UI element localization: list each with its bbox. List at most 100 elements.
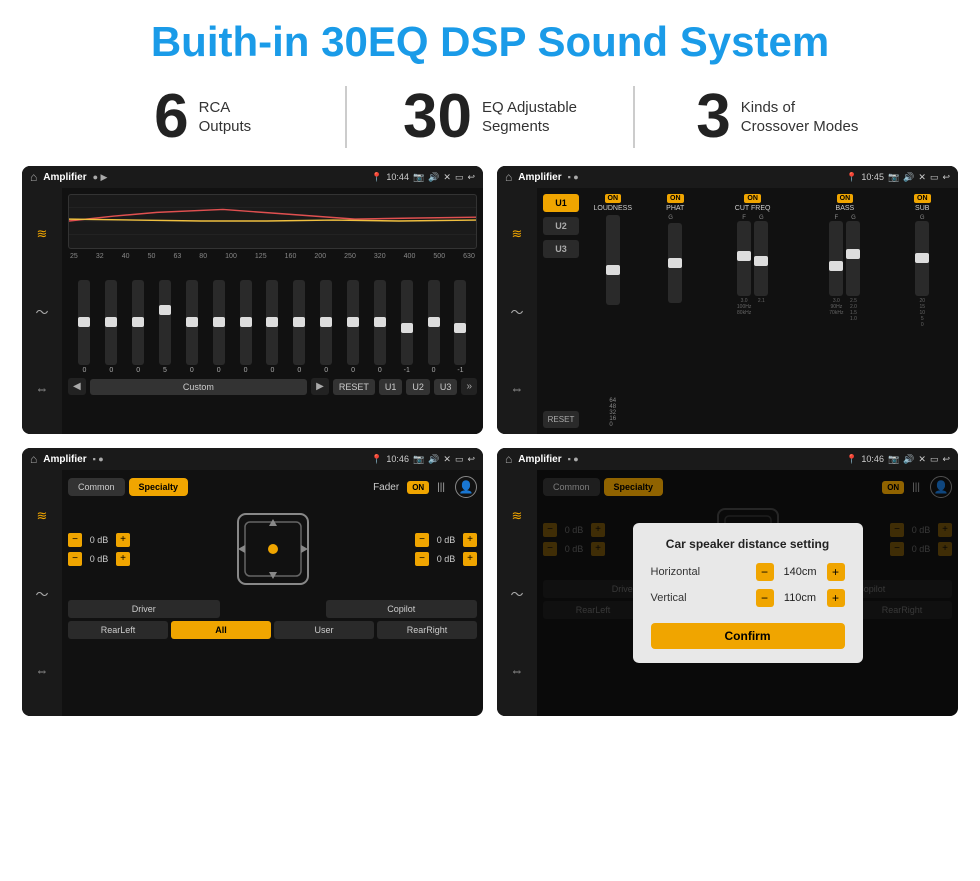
x-icon-4: ✕ — [918, 454, 926, 465]
mixer-u2-button[interactable]: U2 — [543, 217, 579, 235]
eq-u1-button[interactable]: U1 — [379, 379, 403, 395]
left-bottom-minus[interactable]: − — [68, 552, 82, 566]
screen-distance: ⌂ Amplifier ▪ ● 📍 10:46 📷 🔊 ✕ ▭ ↩ ≋ 〜 ⇔ — [497, 448, 958, 716]
eq-slider-1: 0 — [72, 280, 97, 374]
screen3-dots: ▪ ● — [93, 454, 104, 464]
screen2-content: ≋ 〜 ⇔ U1 U2 U3 RESET ON LOUD — [497, 188, 958, 434]
phat-on-badge: ON — [667, 194, 684, 203]
eq-sidebar-icon[interactable]: ≋ — [37, 226, 48, 242]
back-icon-2: ↩ — [942, 172, 950, 183]
eq-prev-button[interactable]: ◀ — [68, 378, 86, 395]
horizontal-plus-button[interactable]: + — [827, 563, 845, 581]
vertical-value: 110cm — [778, 592, 823, 604]
channel-sub: ON SUB G 20 15 10 5 0 — [893, 194, 953, 428]
home-icon-2[interactable]: ⌂ — [505, 170, 512, 184]
left-top-minus[interactable]: − — [68, 533, 82, 547]
screen4-sidebar: ≋ 〜 ⇔ — [497, 470, 537, 716]
wave-sidebar-icon[interactable]: 〜 — [35, 302, 48, 321]
right-bottom-plus[interactable]: + — [463, 552, 477, 566]
right-bottom-minus[interactable]: − — [415, 552, 429, 566]
screen-eq: ⌂ Amplifier ● ▶ 📍 10:44 📷 🔊 ✕ ▭ ↩ ≋ 〜 ⇔ — [22, 166, 483, 434]
mixer-u1-button[interactable]: U1 — [543, 194, 579, 212]
left-bottom-plus[interactable]: + — [116, 552, 130, 566]
home-icon-3[interactable]: ⌂ — [30, 452, 37, 466]
right-db-controls: − 0 dB + − 0 dB + — [415, 533, 477, 566]
eq-preset-label[interactable]: Custom — [90, 379, 307, 395]
back-icon-4: ↩ — [942, 454, 950, 465]
arrows-sidebar-icon[interactable]: ⇔ — [36, 381, 49, 396]
specialty-tab[interactable]: Specialty — [129, 478, 189, 496]
mixer-channels: ON LOUDNESS 644832160 ON PHAT G — [583, 194, 952, 428]
wave-sidebar-icon-4[interactable]: 〜 — [510, 584, 523, 603]
common-tab[interactable]: Common — [68, 478, 125, 496]
driver-button[interactable]: Driver — [68, 600, 220, 618]
eq-u2-button[interactable]: U2 — [406, 379, 430, 395]
eq-bottom-controls: ◀ Custom ▶ RESET U1 U2 U3 » — [68, 378, 477, 395]
stat-eq-number: 30 — [403, 86, 472, 148]
location-icon-1: 📍 — [371, 172, 382, 183]
stat-crossover: 3 Kinds ofCrossover Modes — [635, 86, 920, 148]
eq-u3-button[interactable]: U3 — [434, 379, 458, 395]
wave-sidebar-icon-2[interactable]: 〜 — [510, 302, 523, 321]
rearleft-button[interactable]: RearLeft — [68, 621, 168, 639]
screen-fader: ⌂ Amplifier ▪ ● 📍 10:46 📷 🔊 ✕ ▭ ↩ ≋ 〜 ⇔ — [22, 448, 483, 716]
status-bar-3: ⌂ Amplifier ▪ ● 📍 10:46 📷 🔊 ✕ ▭ ↩ — [22, 448, 483, 470]
bass-f-slider[interactable] — [829, 221, 843, 296]
home-icon-1[interactable]: ⌂ — [30, 170, 37, 184]
stat-rca: 6 RCAOutputs — [60, 86, 347, 148]
wave-sidebar-icon-3[interactable]: 〜 — [35, 584, 48, 603]
dialog-horizontal-row: Horizontal − 140cm + — [651, 563, 845, 581]
all-button[interactable]: All — [171, 621, 271, 639]
back-icon-1: ↩ — [467, 172, 475, 183]
eq-sidebar-icon-4[interactable]: ≋ — [512, 508, 523, 524]
horizontal-minus-button[interactable]: − — [756, 563, 774, 581]
cutfreq-f-slider[interactable] — [737, 221, 751, 296]
eq-sidebar-icon-2[interactable]: ≋ — [512, 226, 523, 242]
fader-on-pill: ON — [407, 481, 429, 494]
sub-slider[interactable] — [915, 221, 929, 296]
bass-g-slider[interactable] — [846, 221, 860, 296]
right-top-db: − 0 dB + — [415, 533, 477, 547]
right-top-value: 0 dB — [432, 535, 460, 545]
cutfreq-on-badge: ON — [744, 194, 761, 203]
home-icon-4[interactable]: ⌂ — [505, 452, 512, 466]
eq-expand-button[interactable]: » — [461, 378, 477, 395]
status-bar-2: ⌂ Amplifier ▪ ● 📍 10:45 📷 🔊 ✕ ▭ ↩ — [497, 166, 958, 188]
distance-bg: Common Specialty ON ||| 👤 − 0 dB + — [537, 470, 958, 716]
status-bar-4-right: 📍 10:46 📷 🔊 ✕ ▭ ↩ — [846, 454, 950, 465]
phat-slider[interactable] — [668, 223, 682, 303]
arrows-sidebar-icon-2[interactable]: ⇔ — [511, 381, 524, 396]
screen1-content: ≋ 〜 ⇔ 25 32 — [22, 188, 483, 434]
back-icon-3: ↩ — [467, 454, 475, 465]
channel-phat: ON PHAT G — [646, 194, 706, 428]
arrows-sidebar-icon-3[interactable]: ⇔ — [36, 663, 49, 678]
screen3-content: ≋ 〜 ⇔ Common Specialty Fader ON ||| 👤 — [22, 470, 483, 716]
status-bar-1: ⌂ Amplifier ● ▶ 📍 10:44 📷 🔊 ✕ ▭ ↩ — [22, 166, 483, 188]
screen3-sidebar: ≋ 〜 ⇔ — [22, 470, 62, 716]
vertical-minus-button[interactable]: − — [756, 589, 774, 607]
copilot-button[interactable]: Copilot — [326, 600, 478, 618]
left-top-plus[interactable]: + — [116, 533, 130, 547]
dialog-vertical-row: Vertical − 110cm + — [651, 589, 845, 607]
user-button[interactable]: User — [274, 621, 374, 639]
right-top-plus[interactable]: + — [463, 533, 477, 547]
eq-graph — [68, 194, 477, 249]
mixer-reset-button[interactable]: RESET — [543, 411, 579, 428]
screen2-sidebar: ≋ 〜 ⇔ — [497, 188, 537, 434]
loudness-slider[interactable] — [606, 215, 620, 305]
channel-cutfreq: ON CUT FREQ F 3.0 100Hz 80kHz G — [708, 194, 797, 428]
mixer-u3-button[interactable]: U3 — [543, 240, 579, 258]
vertical-plus-button[interactable]: + — [827, 589, 845, 607]
rearright-button[interactable]: RearRight — [377, 621, 477, 639]
eq-next-button[interactable]: ▶ — [311, 378, 329, 395]
eq-reset-button[interactable]: RESET — [333, 379, 375, 395]
camera-icon-1: 📷 — [413, 172, 424, 183]
confirm-button[interactable]: Confirm — [651, 623, 845, 649]
arrows-sidebar-icon-4[interactable]: ⇔ — [511, 663, 524, 678]
right-top-minus[interactable]: − — [415, 533, 429, 547]
eq-freq-labels: 25 32 40 50 63 80 100 125 160 200 250 32… — [68, 253, 477, 260]
cutfreq-g-slider[interactable] — [754, 221, 768, 296]
right-bottom-value: 0 dB — [432, 554, 460, 564]
page-title: Buith-in 30EQ DSP Sound System — [0, 18, 980, 66]
eq-sidebar-icon-3[interactable]: ≋ — [37, 508, 48, 524]
